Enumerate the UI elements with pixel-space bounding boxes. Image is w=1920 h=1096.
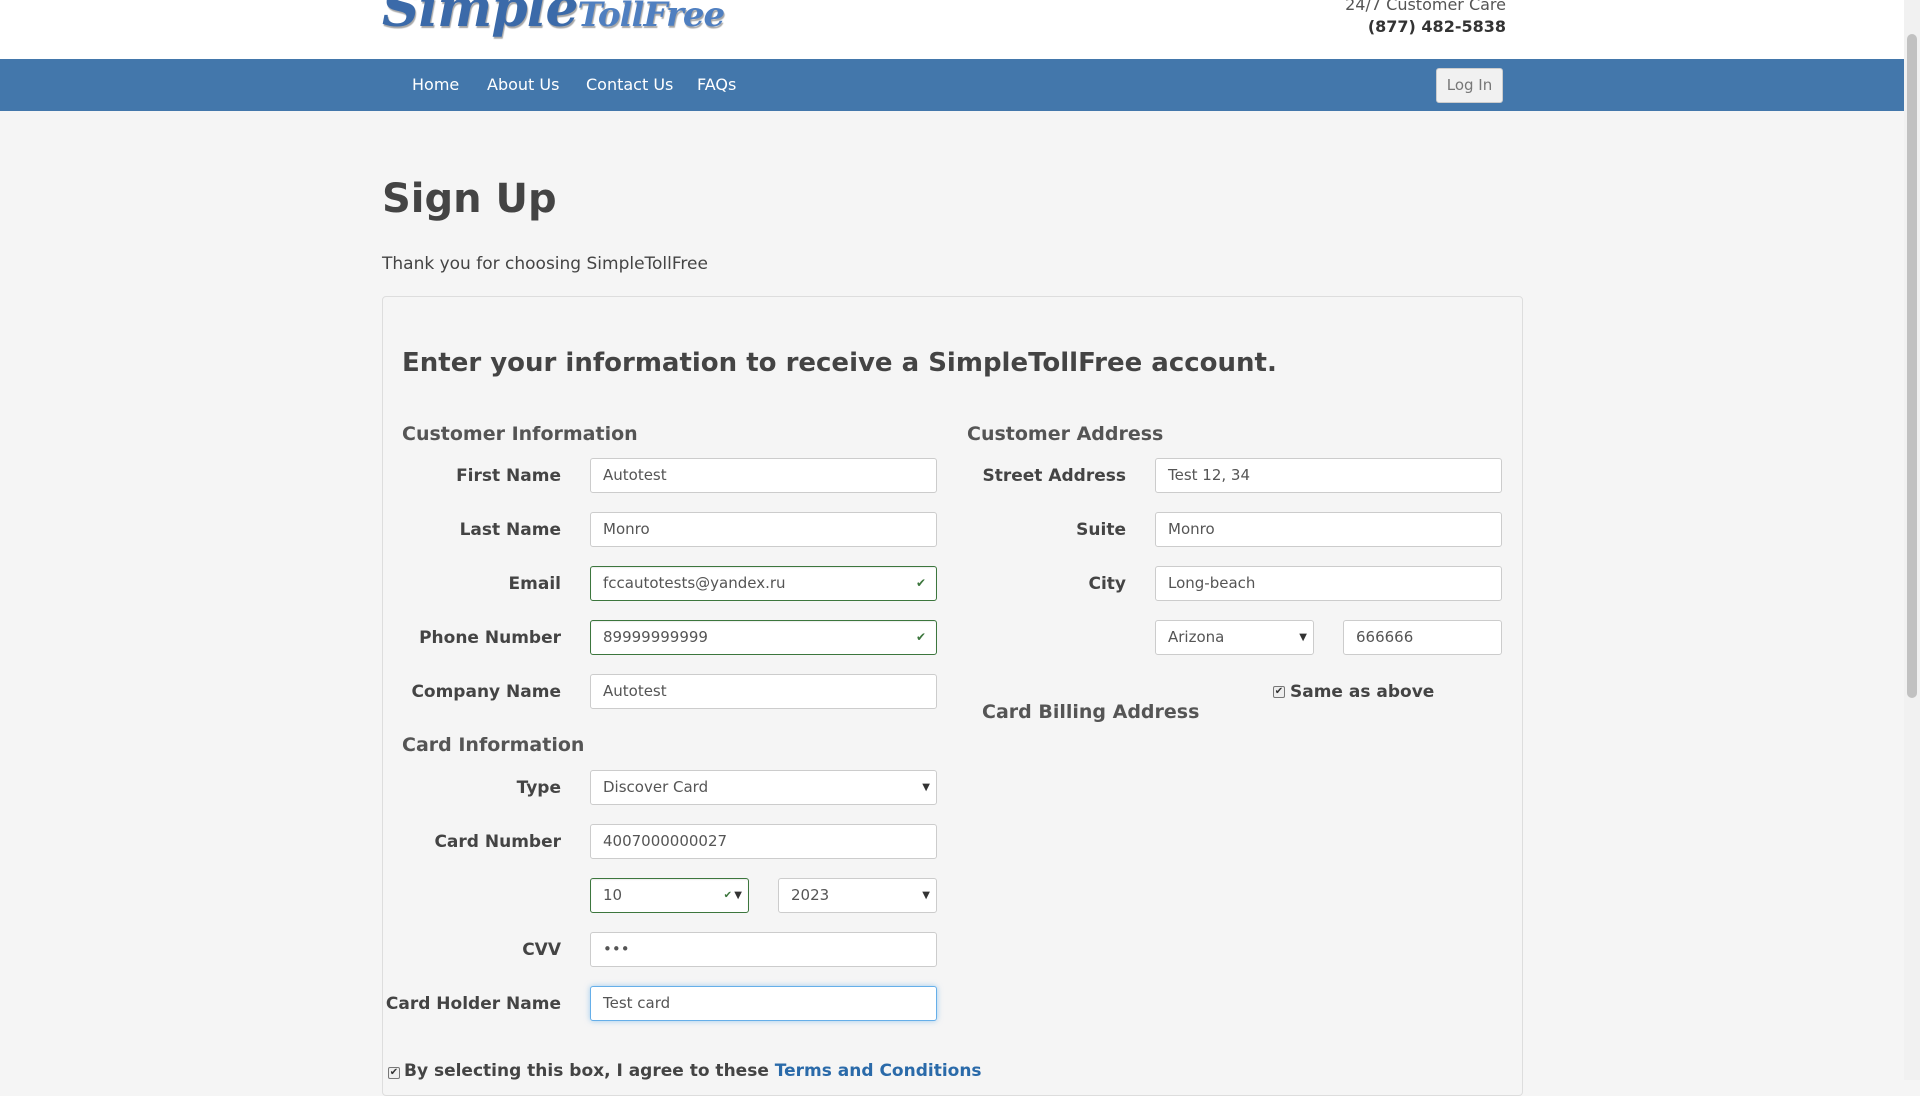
- terms-checkbox[interactable]: ✔: [388, 1067, 400, 1079]
- caret-down-icon: ▼: [922, 890, 930, 901]
- suite-label: Suite: [1076, 520, 1126, 540]
- phone-number-label: Phone Number: [419, 628, 561, 648]
- street-address-input[interactable]: Test 12, 34: [1155, 458, 1502, 493]
- expiry-month-value: 10: [603, 886, 623, 904]
- card-type-select[interactable]: Discover Card ▼: [590, 770, 937, 805]
- cvv-input[interactable]: •••: [590, 932, 937, 967]
- email-value: fccautotests@yandex.ru: [603, 574, 786, 592]
- first-name-label: First Name: [456, 466, 561, 486]
- checkmark-icon: ✔: [915, 630, 926, 644]
- login-button[interactable]: Log In: [1436, 68, 1503, 103]
- logo-text-tollfree: TollFree: [577, 0, 726, 35]
- customer-address-title: Customer Address: [967, 423, 1164, 445]
- phone-number-value: 89999999999: [603, 628, 708, 646]
- city-input[interactable]: Long-beach: [1155, 566, 1502, 601]
- customer-information-title: Customer Information: [402, 423, 638, 445]
- expiry-year-value: 2023: [791, 886, 830, 904]
- state-select[interactable]: Arizona ▼: [1155, 620, 1314, 655]
- cvv-label: CVV: [522, 940, 561, 960]
- logo-text-simple: Simple: [382, 0, 579, 39]
- card-type-label: Type: [516, 778, 561, 798]
- expiry-month-select[interactable]: 10 ✔ ▼: [590, 878, 749, 913]
- card-billing-address-title: Card Billing Address: [982, 701, 1200, 723]
- card-holder-name-input[interactable]: Test card: [590, 986, 937, 1021]
- page-title: Sign Up: [382, 176, 557, 222]
- card-number-label: Card Number: [434, 832, 561, 852]
- last-name-input[interactable]: Monro: [590, 512, 937, 547]
- site-header: SimpleTollFree™ 24/7 Customer Care (877)…: [0, 0, 1904, 59]
- card-type-value: Discover Card: [603, 778, 709, 796]
- terms-and-conditions-link[interactable]: Terms and Conditions: [775, 1061, 982, 1081]
- card-holder-name-label: Card Holder Name: [385, 994, 561, 1014]
- last-name-label: Last Name: [459, 520, 561, 540]
- zip-input[interactable]: 666666: [1343, 620, 1502, 655]
- card-number-input[interactable]: 4007000000027: [590, 824, 937, 859]
- page-subtitle: Thank you for choosing SimpleTollFree: [382, 254, 708, 274]
- street-address-label: Street Address: [982, 466, 1126, 486]
- phone-number-input[interactable]: 89999999999 ✔: [590, 620, 937, 655]
- checkmark-icon: ✔: [723, 890, 732, 901]
- caret-down-icon: ▼: [1299, 632, 1307, 643]
- customer-care-info: 24/7 Customer Care (877) 482-5838: [1345, 0, 1506, 38]
- company-name-input[interactable]: Autotest: [590, 674, 937, 709]
- state-value: Arizona: [1168, 628, 1225, 646]
- customer-care-label: 24/7 Customer Care: [1345, 0, 1506, 14]
- terms-agreement: By selecting this box, I agree to these …: [404, 1061, 982, 1081]
- city-label: City: [1088, 574, 1126, 594]
- scrollbar-thumb[interactable]: [1907, 34, 1917, 698]
- site-logo[interactable]: SimpleTollFree™: [382, 0, 733, 39]
- caret-down-icon: ▼: [734, 890, 742, 901]
- nav-faqs[interactable]: FAQs: [697, 59, 736, 111]
- first-name-input[interactable]: Autotest: [590, 458, 937, 493]
- suite-input[interactable]: Monro: [1155, 512, 1502, 547]
- page-scrollbar[interactable]: [1904, 0, 1920, 1080]
- customer-care-phone: (877) 482-5838: [1367, 17, 1506, 36]
- company-name-label: Company Name: [411, 682, 561, 702]
- expiry-year-select[interactable]: 2023 ▼: [778, 878, 937, 913]
- same-as-above-label: Same as above: [1290, 682, 1435, 702]
- main-navbar: Home About Us Contact Us FAQs: [0, 59, 1904, 111]
- caret-down-icon: ▼: [922, 782, 930, 793]
- email-input[interactable]: fccautotests@yandex.ru ✔: [590, 566, 937, 601]
- same-as-above-checkbox[interactable]: ✔: [1273, 686, 1285, 698]
- email-label: Email: [508, 574, 561, 594]
- card-information-title: Card Information: [402, 734, 585, 756]
- nav-contact-us[interactable]: Contact Us: [586, 59, 673, 111]
- terms-text: By selecting this box, I agree to these: [404, 1061, 769, 1081]
- checkmark-icon: ✔: [915, 576, 926, 590]
- nav-about-us[interactable]: About Us: [487, 59, 559, 111]
- form-heading: Enter your information to receive a Simp…: [402, 348, 1277, 378]
- nav-home[interactable]: Home: [412, 59, 459, 111]
